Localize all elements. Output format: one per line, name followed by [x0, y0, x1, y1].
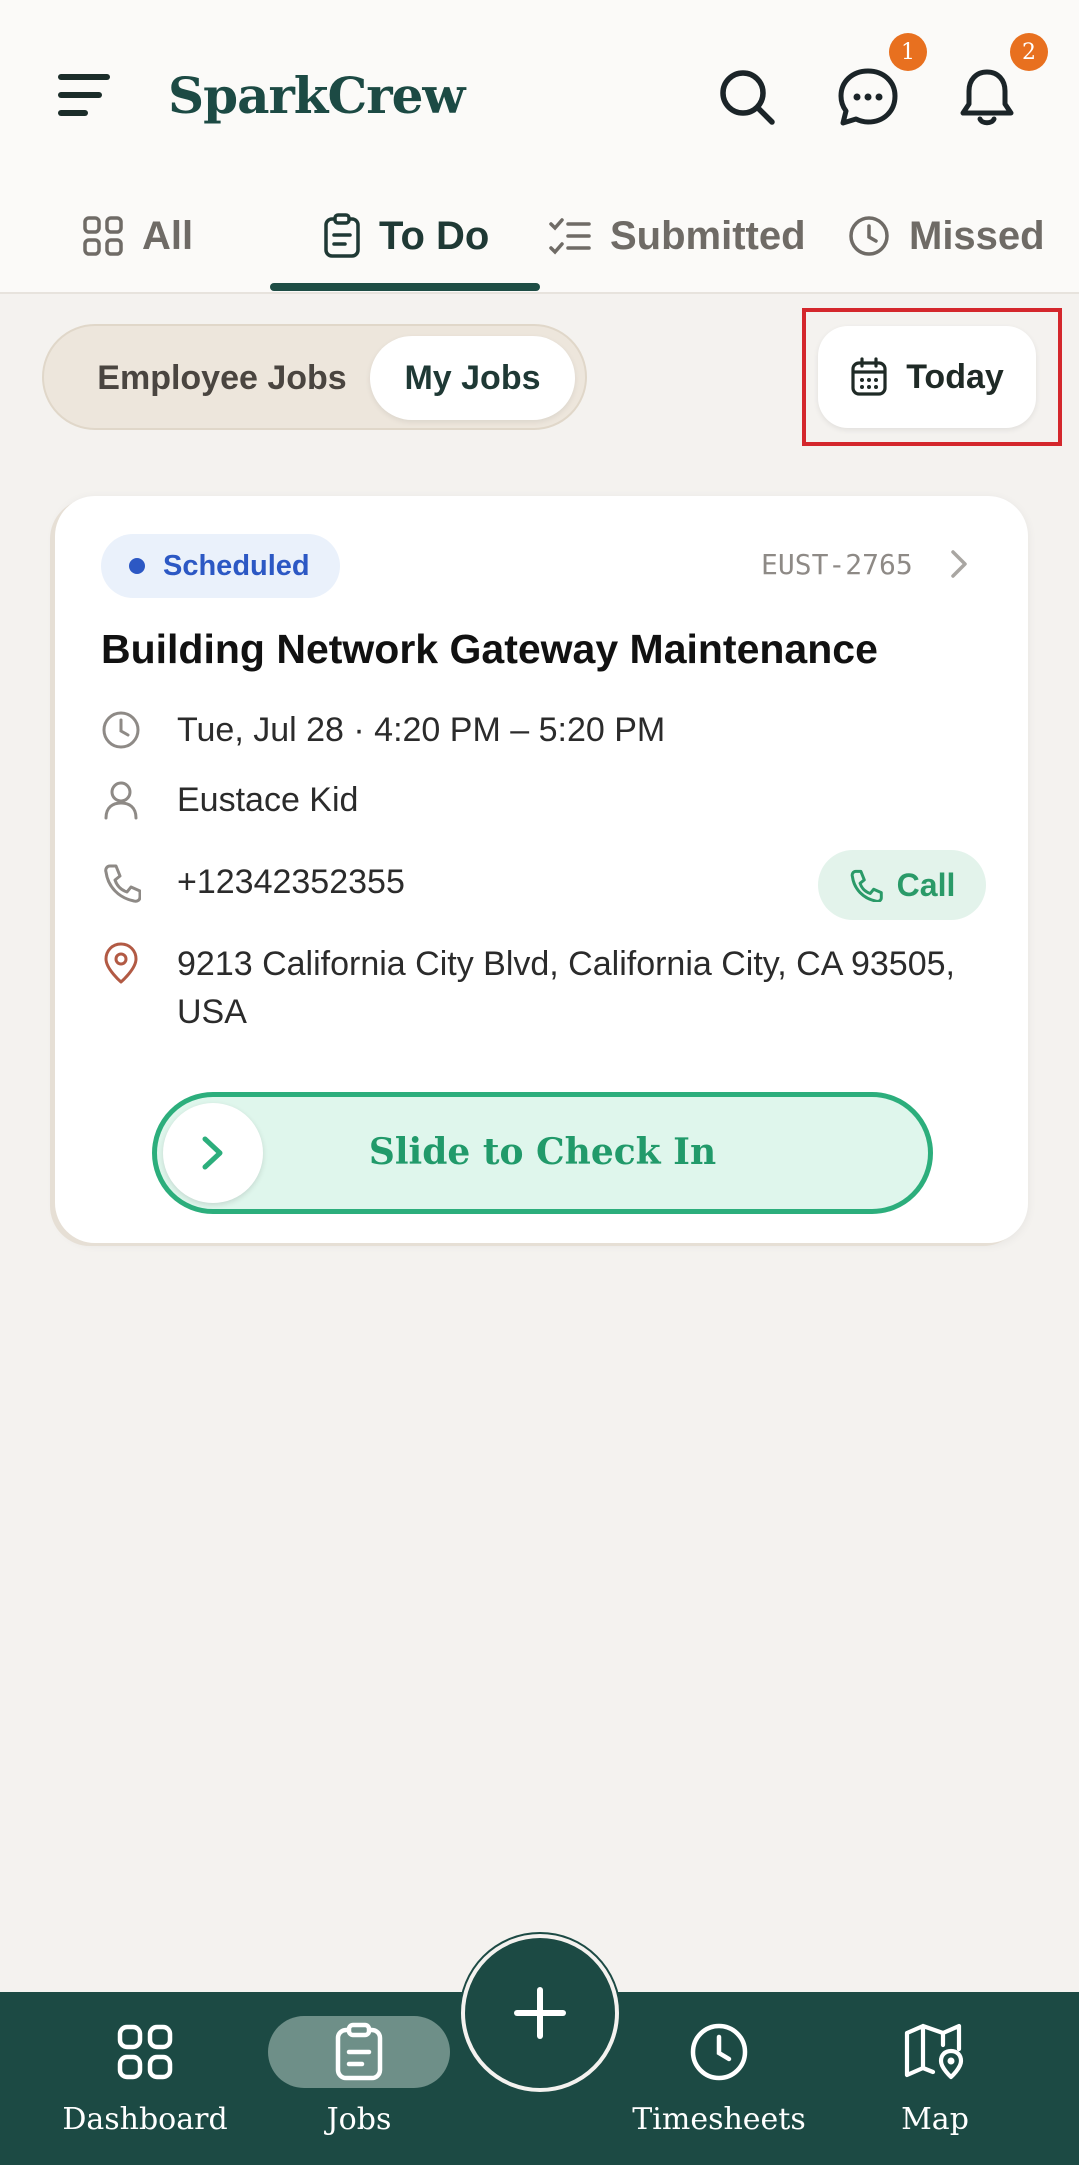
- map-icon: [904, 2023, 964, 2080]
- call-button[interactable]: Call: [818, 850, 986, 920]
- job-datetime: Tue, Jul 28 · 4:20 PM – 5:20 PM: [177, 711, 666, 749]
- nav-timesheets-label: Timesheets: [632, 2102, 806, 2137]
- call-label: Call: [896, 866, 956, 903]
- tab-all-label: All: [142, 213, 194, 258]
- messages-badge: 1: [889, 33, 927, 71]
- notifications-badge: 2: [1010, 33, 1048, 71]
- nav-map-label: Map: [901, 2102, 969, 2137]
- notifications-button[interactable]: [952, 62, 1022, 132]
- jobs-scope-toggle: Employee Jobs My Jobs: [42, 324, 587, 430]
- job-customer: Eustace Kid: [177, 781, 359, 819]
- tab-submitted-label: Submitted: [610, 213, 806, 258]
- checklist-icon: [549, 218, 591, 255]
- slide-to-check-in[interactable]: Slide to Check In: [152, 1092, 933, 1214]
- nav-dashboard[interactable]: Dashboard: [60, 1992, 230, 2165]
- clock-icon: [690, 2023, 748, 2081]
- menu-icon: [58, 74, 110, 80]
- nav-timesheets[interactable]: Timesheets: [632, 1992, 806, 2165]
- app-header: SparkCrew 1 2 All To Do Submitted Missed: [0, 0, 1079, 294]
- nav-map[interactable]: Map: [850, 1992, 1020, 2165]
- employee-jobs-option[interactable]: Employee Jobs: [58, 336, 386, 420]
- tab-todo-label: To Do: [379, 213, 490, 258]
- brand-title: SparkCrew: [168, 66, 465, 125]
- add-button[interactable]: [461, 1934, 619, 2092]
- phone-icon: [104, 864, 142, 903]
- tab-todo[interactable]: To Do: [323, 205, 489, 267]
- chat-icon: [838, 68, 898, 126]
- job-address-row: 9213 California City Blvd, California Ci…: [101, 940, 1021, 1036]
- dashboard-icon: [117, 2024, 173, 2080]
- clipboard-icon: [324, 213, 360, 258]
- tab-missed[interactable]: Missed: [847, 205, 1045, 267]
- chevron-right-icon: [202, 1136, 223, 1170]
- job-card[interactable]: Scheduled EUST-2765 Building Network Gat…: [55, 496, 1028, 1243]
- nav-jobs-label: Jobs: [326, 2102, 392, 2137]
- plus-icon: [514, 1987, 566, 2039]
- status-label: Scheduled: [163, 549, 310, 582]
- slide-label: Slide to Check In: [368, 1131, 717, 1173]
- bell-icon: [960, 69, 1014, 126]
- clock-icon: [102, 711, 140, 749]
- my-jobs-option[interactable]: My Jobs: [370, 336, 575, 420]
- person-icon: [104, 781, 138, 820]
- job-customer-row: Eustace Kid: [101, 776, 358, 833]
- clock-icon: [849, 216, 889, 256]
- status-badge: Scheduled: [101, 534, 340, 598]
- job-phone: +12342352355: [177, 863, 405, 901]
- status-dot: [129, 558, 145, 574]
- messages-button[interactable]: [833, 62, 903, 132]
- menu-button[interactable]: [58, 70, 114, 120]
- jobs-icon: [335, 2022, 383, 2081]
- job-phone-row: +12342352355: [101, 858, 405, 915]
- tab-submitted[interactable]: Submitted: [548, 205, 806, 267]
- search-button[interactable]: [712, 62, 782, 132]
- nav-jobs[interactable]: Jobs: [268, 1992, 450, 2165]
- grid-icon: [83, 216, 123, 256]
- job-datetime-row: Tue, Jul 28 · 4:20 PM – 5:20 PM: [101, 706, 665, 763]
- location-pin-icon: [104, 942, 138, 984]
- highlight-box: [802, 308, 1062, 446]
- tab-missed-label: Missed: [909, 213, 1045, 258]
- job-address: 9213 California City Blvd, California Ci…: [177, 945, 955, 1031]
- search-icon: [720, 70, 775, 125]
- slider-handle[interactable]: [163, 1103, 263, 1203]
- active-tab-indicator: [270, 283, 540, 291]
- job-code: EUST-2765: [761, 548, 913, 581]
- chevron-right-icon[interactable]: [947, 546, 971, 582]
- nav-dashboard-label: Dashboard: [62, 2102, 228, 2137]
- tab-all[interactable]: All: [82, 205, 193, 267]
- phone-icon: [850, 869, 883, 902]
- job-title: Building Network Gateway Maintenance: [101, 626, 878, 672]
